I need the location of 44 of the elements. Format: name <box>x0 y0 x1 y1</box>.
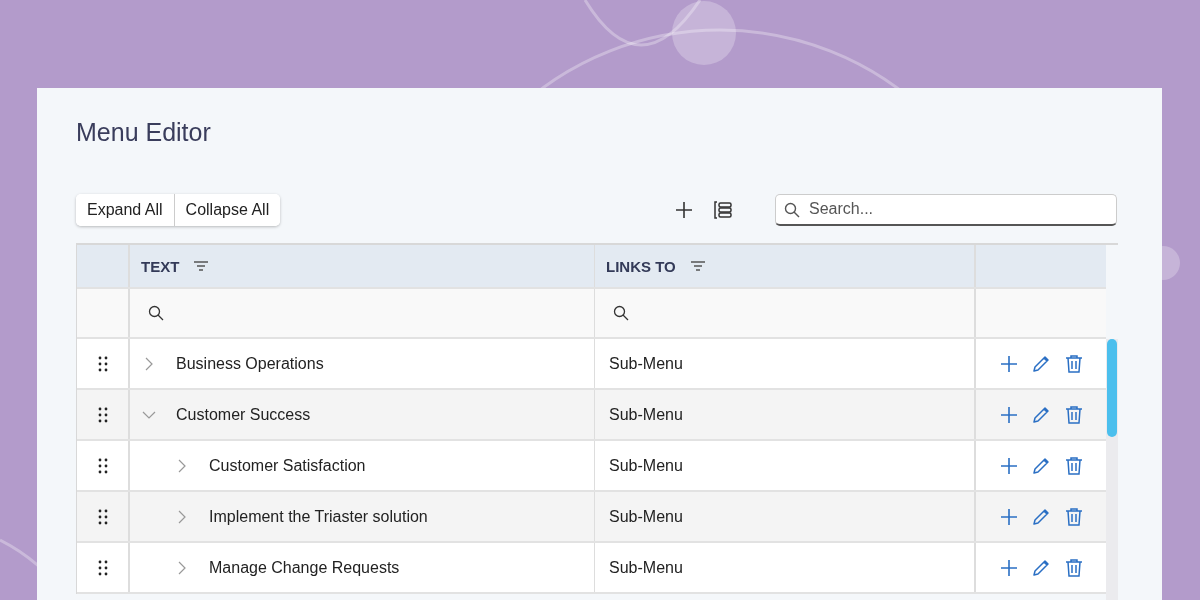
menu-item-text: Manage Change Requests <box>209 558 400 577</box>
pencil-icon[interactable] <box>1031 354 1051 373</box>
add-icon[interactable] <box>999 507 1018 526</box>
search-field[interactable]: Search... <box>775 193 1117 226</box>
pencil-icon[interactable] <box>1031 558 1051 577</box>
trash-icon[interactable] <box>1064 507 1083 526</box>
links-to-text: Sub-Menu <box>609 354 683 373</box>
add-icon[interactable] <box>999 558 1018 577</box>
pencil-icon[interactable] <box>1031 405 1051 424</box>
menu-item-text: Implement the Triaster solution <box>209 507 428 526</box>
drag-handle-icon[interactable] <box>97 559 108 576</box>
links-to-text: Sub-Menu <box>609 456 683 475</box>
links-to-text: Sub-Menu <box>609 507 683 526</box>
trash-icon[interactable] <box>1064 558 1083 577</box>
add-icon[interactable] <box>999 354 1018 373</box>
menu-item-text: Business Operations <box>176 354 324 373</box>
trash-icon[interactable] <box>1064 456 1083 475</box>
filter-icon[interactable] <box>193 260 210 272</box>
scrollbar-thumb[interactable] <box>1107 339 1117 437</box>
pencil-icon[interactable] <box>1031 507 1051 526</box>
drag-handle-icon[interactable] <box>97 355 108 372</box>
drag-handle-icon[interactable] <box>97 406 108 423</box>
scrollbar[interactable] <box>1106 339 1118 600</box>
links-to-text: Sub-Menu <box>609 558 683 577</box>
add-icon[interactable] <box>675 200 693 219</box>
collapse-all-button[interactable]: Collapse All <box>173 193 281 226</box>
page-title: Menu Editor <box>76 117 212 148</box>
add-icon[interactable] <box>999 456 1018 475</box>
column-header[interactable]: LINKS TO <box>594 245 976 287</box>
filter-icon[interactable] <box>689 260 706 272</box>
add-icon[interactable] <box>999 405 1018 424</box>
search-icon[interactable] <box>148 305 164 321</box>
menu-item-text: Customer Satisfaction <box>209 456 366 475</box>
drag-handle-icon[interactable] <box>97 457 108 474</box>
links-to-text: Sub-Menu <box>609 405 683 424</box>
drag-handle-icon[interactable] <box>97 508 108 525</box>
trash-icon[interactable] <box>1064 354 1083 373</box>
menu-item-text: Customer Success <box>176 405 311 424</box>
pencil-icon[interactable] <box>1031 456 1051 475</box>
search-icon[interactable] <box>613 305 629 321</box>
expand-all-button[interactable]: Expand All <box>76 193 174 226</box>
column-header[interactable]: TEXT <box>130 245 594 287</box>
stack-icon[interactable] <box>713 200 733 219</box>
trash-icon[interactable] <box>1064 405 1083 424</box>
